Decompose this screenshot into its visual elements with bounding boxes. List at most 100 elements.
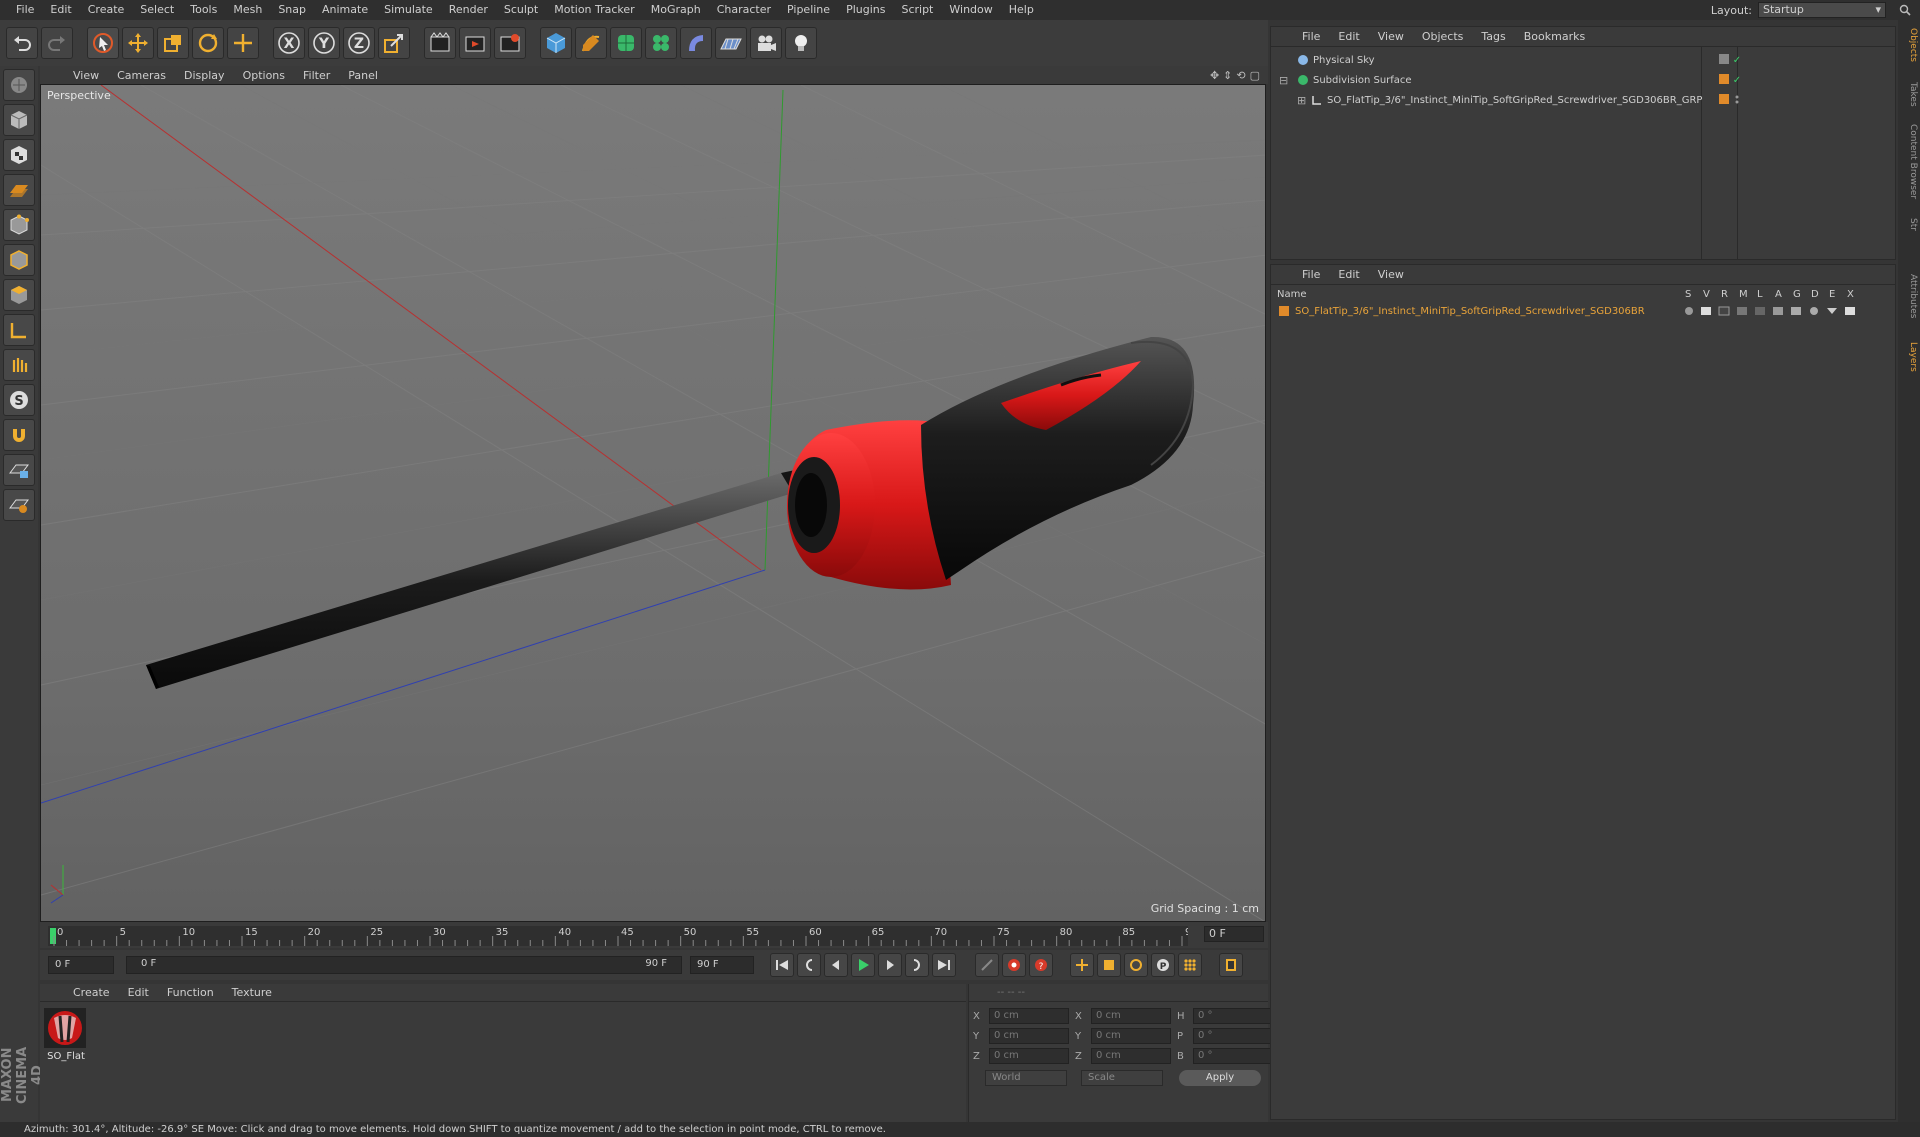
layer-menu-file[interactable]: File [1293, 268, 1329, 281]
polygons-mode-icon[interactable] [3, 279, 35, 311]
layout-dropdown[interactable]: Startup ▾ [1758, 2, 1886, 18]
size-z-field[interactable]: 0 cm [1091, 1048, 1171, 1064]
layer-menu-view[interactable]: View [1369, 268, 1413, 281]
search-icon[interactable] [1890, 0, 1920, 20]
menu-render[interactable]: Render [441, 0, 496, 20]
menu-create[interactable]: Create [80, 0, 133, 20]
pan-view-icon[interactable]: ✥ [1210, 69, 1219, 82]
workplane-icon[interactable] [3, 174, 35, 206]
next-frame-icon[interactable] [878, 953, 902, 977]
maximize-view-icon[interactable]: ▢ [1250, 69, 1260, 82]
menu-pipeline[interactable]: Pipeline [779, 0, 838, 20]
pos-y-field[interactable]: 0 cm [989, 1028, 1069, 1044]
render-view-icon[interactable] [424, 27, 456, 59]
layer-row[interactable]: SO_FlatTip_3/6"_Instinct_MiniTip_SoftGri… [1279, 303, 1645, 319]
coordinate-type-dropdown[interactable]: Scale [1081, 1070, 1163, 1086]
timeline-window-icon[interactable] [1219, 953, 1243, 977]
make-editable-icon[interactable] [3, 69, 35, 101]
menu-plugins[interactable]: Plugins [838, 0, 893, 20]
render-settings-icon[interactable] [494, 27, 526, 59]
record-icon[interactable] [1002, 953, 1026, 977]
menu-sculpt[interactable]: Sculpt [496, 0, 546, 20]
end-frame-field[interactable]: 90 F [690, 956, 754, 974]
material-menu-edit[interactable]: Edit [119, 986, 158, 999]
recent-tool-icon[interactable] [227, 27, 259, 59]
move-tool-icon[interactable] [122, 27, 154, 59]
texture-mode-icon[interactable] [3, 139, 35, 171]
layer-menu-edit[interactable]: Edit [1329, 268, 1368, 281]
rotate-view-icon[interactable]: ⟲ [1236, 69, 1245, 82]
viewport-menu-filter[interactable]: Filter [294, 69, 339, 82]
layer-name[interactable]: SO_FlatTip_3/6"_Instinct_MiniTip_SoftGri… [1295, 306, 1645, 317]
expand-icon[interactable]: ⊞ [1297, 94, 1307, 107]
key-rotation-icon[interactable] [1124, 953, 1148, 977]
live-selection-icon[interactable] [87, 27, 119, 59]
coordinate-system-icon[interactable] [378, 27, 410, 59]
tab-attributes[interactable]: Attributes [1900, 274, 1918, 318]
planar-workplane-icon[interactable] [3, 489, 35, 521]
key-point-level-icon[interactable] [1178, 953, 1202, 977]
dolly-view-icon[interactable]: ⇕ [1223, 69, 1232, 82]
menu-help[interactable]: Help [1001, 0, 1042, 20]
current-frame-field[interactable]: 0 F [1204, 926, 1264, 942]
tab-layers[interactable]: Layers [1900, 342, 1918, 372]
viewport-menu-display[interactable]: Display [175, 69, 234, 82]
undo-icon[interactable] [6, 27, 38, 59]
object-menu-file[interactable]: File [1293, 30, 1329, 43]
viewport-menu-options[interactable]: Options [234, 69, 294, 82]
snap-icon[interactable]: S [3, 384, 35, 416]
size-x-field[interactable]: 0 cm [1091, 1008, 1171, 1024]
viewport-menu-panel[interactable]: Panel [339, 69, 387, 82]
expand-icon[interactable]: ⊟ [1279, 74, 1293, 87]
pos-x-field[interactable]: 0 cm [989, 1008, 1069, 1024]
play-icon[interactable] [851, 953, 875, 977]
visibility-dots[interactable]: ✓ [1719, 53, 1743, 68]
go-to-start-icon[interactable] [770, 953, 794, 977]
menu-select[interactable]: Select [132, 0, 182, 20]
visibility-dots[interactable]: ✓ [1719, 73, 1743, 88]
menu-character[interactable]: Character [709, 0, 779, 20]
menu-file[interactable]: File [8, 0, 42, 20]
rot-h-field[interactable]: 0 ° [1193, 1008, 1273, 1024]
object-row-screwdriver-group[interactable]: ⊞ SO_FlatTip_3/6"_Instinct_MiniTip_SoftG… [1279, 91, 1879, 109]
material-menu-texture[interactable]: Texture [223, 986, 281, 999]
timeline-ruler[interactable]: 0 5 10 15 20 25 30 35 40 45 50 55 60 65 70 75 80 85 90 [48, 926, 1188, 946]
visibility-dots[interactable] [1719, 93, 1743, 108]
size-y-field[interactable]: 0 cm [1091, 1028, 1171, 1044]
deformer-icon[interactable] [680, 27, 712, 59]
points-mode-icon[interactable] [3, 209, 35, 241]
object-row-subdivision-surface[interactable]: ⊟ Subdivision Surface ✓ [1279, 71, 1879, 89]
y-axis-icon[interactable]: Y [308, 27, 340, 59]
pos-z-field[interactable]: 0 cm [989, 1048, 1069, 1064]
keyframe-selection-icon[interactable] [975, 953, 999, 977]
material-swatch[interactable]: SO_Flat [44, 1008, 88, 1062]
layer-flag-icons[interactable] [1683, 305, 1873, 317]
viewport-menu-view[interactable]: View [64, 69, 108, 82]
start-frame-field[interactable]: 0 F [48, 956, 114, 974]
frame-range-slider[interactable]: 0 F 90 F [126, 956, 682, 974]
z-axis-icon[interactable]: Z [343, 27, 375, 59]
object-row-physical-sky[interactable]: Physical Sky ✓ [1279, 51, 1879, 69]
object-menu-bookmarks[interactable]: Bookmarks [1515, 30, 1594, 43]
menu-edit[interactable]: Edit [42, 0, 79, 20]
axis-mode-icon[interactable] [3, 314, 35, 346]
perspective-viewport[interactable]: Perspective Grid Spacing : 1 cm [40, 84, 1266, 922]
previous-frame-icon[interactable] [824, 953, 848, 977]
magnet-icon[interactable] [3, 419, 35, 451]
menu-snap[interactable]: Snap [270, 0, 314, 20]
rot-p-field[interactable]: 0 ° [1193, 1028, 1273, 1044]
material-menu-create[interactable]: Create [64, 986, 119, 999]
menu-mesh[interactable]: Mesh [225, 0, 270, 20]
key-position-icon[interactable] [1070, 953, 1094, 977]
camera-icon[interactable] [750, 27, 782, 59]
menu-tools[interactable]: Tools [182, 0, 225, 20]
material-menu-function[interactable]: Function [158, 986, 223, 999]
key-parameter-icon[interactable]: P [1151, 953, 1175, 977]
object-menu-tags[interactable]: Tags [1472, 30, 1514, 43]
lock-workplane-icon[interactable] [3, 454, 35, 486]
tweak-mode-icon[interactable] [3, 349, 35, 381]
tab-takes[interactable]: Takes [1900, 82, 1918, 107]
tab-content-browser[interactable]: Content Browser [1900, 124, 1918, 199]
menu-script[interactable]: Script [893, 0, 941, 20]
scale-tool-icon[interactable] [157, 27, 189, 59]
